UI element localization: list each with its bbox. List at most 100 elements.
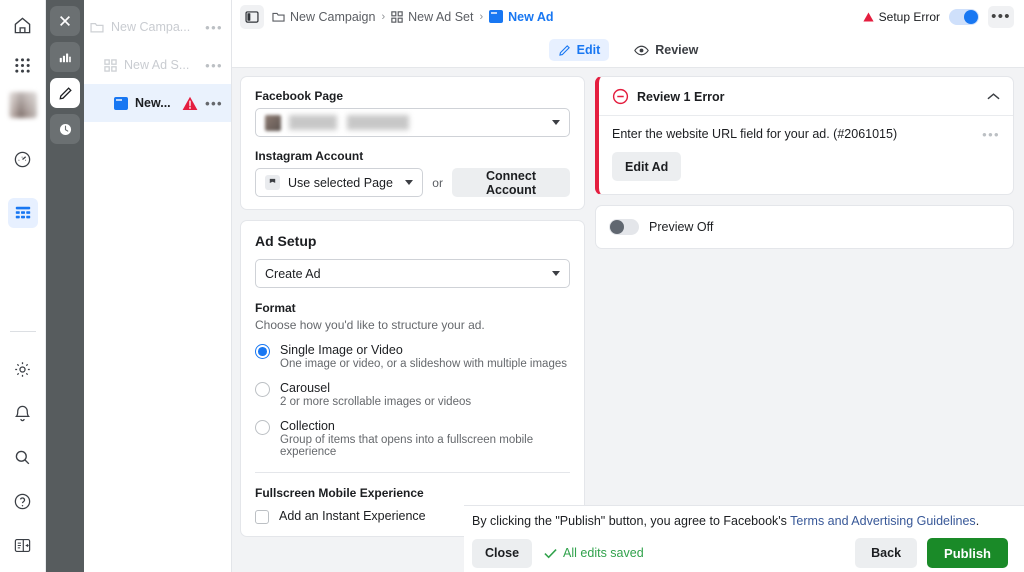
adset-grid-icon	[104, 58, 117, 72]
back-button[interactable]: Back	[855, 538, 918, 568]
tree-item-adset[interactable]: New Ad S... •••	[84, 46, 231, 84]
format-option-carousel-title: Carousel	[280, 381, 331, 395]
terms-prefix: By clicking the "Publish" button, you ag…	[472, 514, 791, 528]
home-icon[interactable]	[8, 10, 38, 40]
footer-actions: Close All edits saved Back Publish	[472, 538, 1008, 568]
ads-manager-window: New Campa... ••• New Ad S... ••• New...	[0, 0, 1024, 572]
review-error-body: Enter the website URL field for your ad.…	[599, 115, 1013, 194]
chart-bar-icon[interactable]	[50, 42, 80, 72]
breadcrumb-item-ad-label: New Ad	[508, 9, 554, 24]
review-error-message-row: Enter the website URL field for your ad.…	[612, 127, 1000, 142]
or-separator: or	[432, 175, 443, 190]
create-ad-value: Create Ad	[265, 266, 321, 281]
apps-grid-icon[interactable]	[8, 50, 38, 80]
edit-review-tabs: Edit Review	[232, 33, 1024, 68]
tab-review[interactable]: Review	[625, 39, 707, 61]
help-icon[interactable]	[8, 486, 38, 516]
tree-item-ad-label: New...	[135, 96, 171, 110]
bell-icon[interactable]	[8, 398, 38, 428]
pencil-icon[interactable]	[50, 78, 80, 108]
ad-active-toggle[interactable]	[949, 8, 979, 25]
page-thumbnail	[265, 114, 281, 131]
tree-item-adset-label: New Ad S...	[124, 58, 190, 72]
facebook-page-select[interactable]	[255, 108, 570, 137]
breadcrumb-item-adset-label: New Ad Set	[408, 9, 474, 24]
create-ad-select[interactable]: Create Ad	[255, 259, 570, 288]
search-icon[interactable]	[8, 442, 38, 472]
radio-collection[interactable]	[255, 420, 270, 435]
tree-item-campaign-menu[interactable]: •••	[205, 20, 223, 35]
checkbox-instant-experience[interactable]	[255, 510, 269, 524]
radio-carousel[interactable]	[255, 382, 270, 397]
close-button[interactable]: Close	[472, 538, 533, 568]
publish-button[interactable]: Publish	[927, 538, 1008, 568]
close-icon[interactable]	[50, 6, 80, 36]
adset-grid-icon	[391, 10, 403, 23]
chevron-up-icon[interactable]	[987, 92, 1000, 101]
save-status: All edits saved	[544, 546, 644, 560]
editor-toolstrip	[46, 0, 84, 572]
instagram-page-icon	[265, 175, 280, 190]
table-icon[interactable]	[7, 198, 38, 228]
gear-icon[interactable]	[8, 354, 38, 384]
tree-item-campaign[interactable]: New Campa... •••	[84, 8, 231, 46]
format-option-collection[interactable]: Collection Group of items that opens int…	[255, 419, 570, 458]
preview-toggle[interactable]	[609, 219, 639, 235]
review-error-card: Review 1 Error Enter the website URL fie…	[595, 76, 1014, 195]
error-circle-icon	[612, 88, 629, 105]
terms-suffix: .	[975, 514, 980, 528]
tab-edit[interactable]: Edit	[548, 39, 610, 61]
tab-review-label: Review	[655, 43, 699, 57]
panel-toggle-icon[interactable]	[8, 530, 38, 560]
instagram-account-label: Instagram Account	[255, 149, 364, 163]
format-option-single-image[interactable]: Single Image or Video One image or video…	[255, 343, 570, 370]
edit-ad-button[interactable]: Edit Ad	[612, 152, 682, 181]
breadcrumb-item-ad[interactable]: New Ad	[489, 9, 554, 24]
review-error-message: Enter the website URL field for your ad.…	[612, 127, 898, 141]
review-error-more-menu[interactable]: •••	[982, 127, 1000, 142]
breadcrumb-item-adset[interactable]: New Ad Set	[391, 10, 473, 24]
avatar[interactable]	[8, 90, 38, 120]
breadcrumb-separator: ›	[479, 10, 484, 23]
toggle-knob	[610, 220, 624, 234]
top-bar-more-menu[interactable]: •••	[988, 5, 1014, 28]
instagram-account-select[interactable]: Use selected Page	[255, 168, 424, 197]
review-error-header[interactable]: Review 1 Error	[599, 77, 1013, 115]
format-option-carousel-desc: 2 or more scrollable images or videos	[280, 396, 472, 408]
warning-triangle-icon	[182, 96, 198, 111]
footer-bar: By clicking the "Publish" button, you ag…	[464, 505, 1024, 572]
identity-card: Facebook Page Instagram Account Use sele…	[240, 76, 585, 210]
tree-item-ad[interactable]: New... •••	[80, 84, 231, 122]
eye-icon	[634, 44, 650, 57]
tab-edit-label: Edit	[576, 43, 601, 57]
edit-form-column: Facebook Page Instagram Account Use sele…	[240, 76, 585, 572]
radio-single-image[interactable]	[255, 344, 270, 359]
side-panel-icon[interactable]	[240, 4, 264, 29]
main-region: New Campaign › New Ad Set › New Ad Setup…	[232, 0, 1024, 572]
chevron-down-icon	[552, 120, 560, 125]
setup-error-status: Setup Error	[863, 10, 940, 24]
instant-experience-label: Add an Instant Experience	[279, 509, 426, 523]
terms-link[interactable]: Terms and Advertising Guidelines	[790, 514, 976, 528]
format-label: Format	[255, 301, 296, 315]
clock-icon[interactable]	[50, 114, 80, 144]
tree-item-adset-menu[interactable]: •••	[205, 58, 223, 73]
preview-card: Preview Off	[595, 205, 1014, 249]
tree-item-ad-menu[interactable]: •••	[205, 96, 223, 111]
folder-icon	[90, 21, 104, 34]
review-column: Review 1 Error Enter the website URL fie…	[595, 76, 1014, 572]
instagram-account-value: Use selected Page	[288, 175, 393, 190]
format-option-carousel[interactable]: Carousel 2 or more scrollable images or …	[255, 381, 570, 408]
campaign-tree-panel: New Campa... ••• New Ad S... ••• New...	[80, 0, 232, 572]
preview-toggle-row: Preview Off	[596, 206, 1013, 248]
tree-item-campaign-label: New Campa...	[111, 20, 191, 34]
speedometer-icon[interactable]	[8, 144, 38, 174]
connect-account-button[interactable]: Connect Account	[451, 168, 570, 197]
breadcrumb-item-campaign[interactable]: New Campaign	[272, 10, 375, 24]
format-option-single-image-title: Single Image or Video	[280, 343, 403, 357]
pencil-icon	[558, 44, 571, 57]
ad-setup-card: Ad Setup Create Ad Format Choose how you…	[240, 220, 585, 537]
format-option-collection-desc: Group of items that opens into a fullscr…	[280, 434, 534, 458]
avatar-image	[8, 92, 37, 118]
section-divider	[255, 472, 570, 473]
